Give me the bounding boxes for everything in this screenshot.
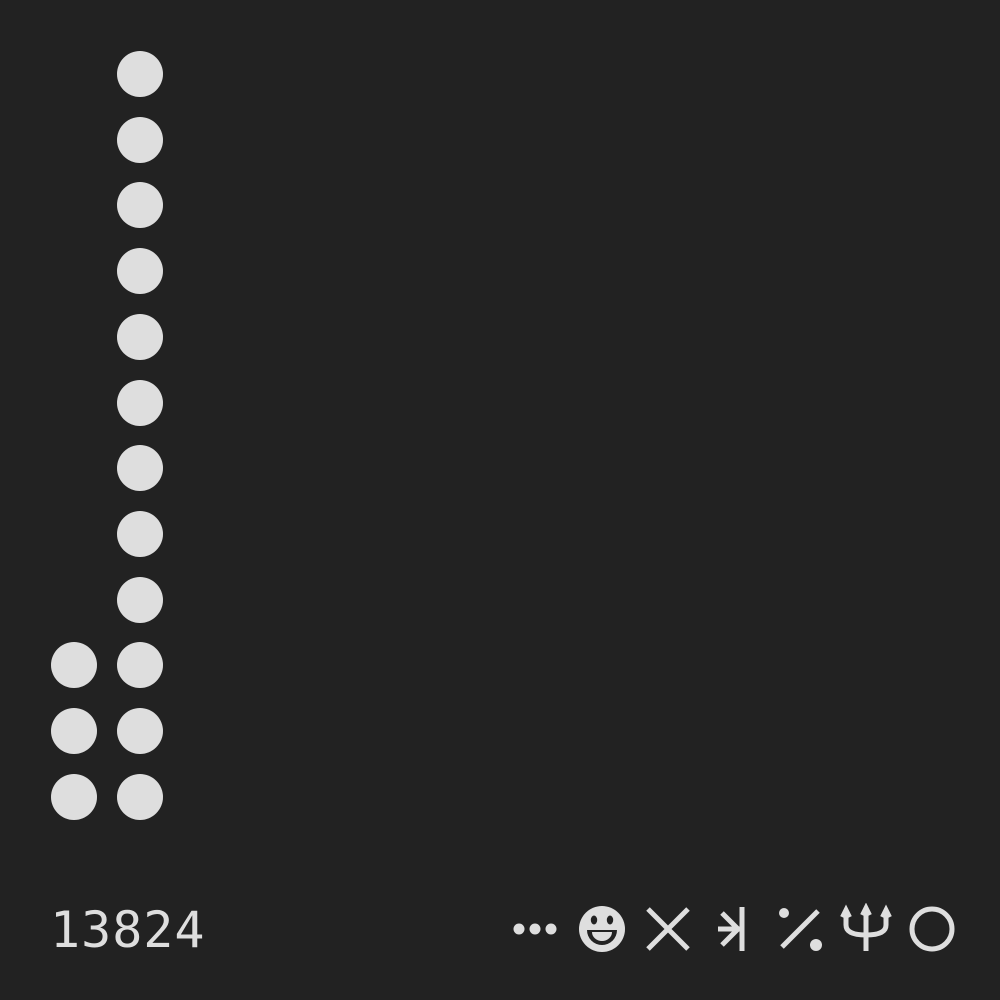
dot xyxy=(51,708,97,754)
glyph-row xyxy=(508,903,958,955)
ellipsis-icon xyxy=(508,903,560,955)
dot xyxy=(117,577,163,623)
dot xyxy=(117,51,163,97)
cross-icon xyxy=(642,903,694,955)
count-number: 13824 xyxy=(50,901,206,959)
dot xyxy=(117,117,163,163)
trident-icon xyxy=(840,903,892,955)
dot xyxy=(117,445,163,491)
dot xyxy=(117,774,163,820)
dot xyxy=(117,248,163,294)
canvas: 13824 xyxy=(0,0,1000,1000)
grinning-face-icon xyxy=(576,903,628,955)
dot xyxy=(117,708,163,754)
dot xyxy=(51,642,97,688)
dot xyxy=(117,511,163,557)
dot xyxy=(117,314,163,360)
circle-icon xyxy=(906,903,958,955)
dot xyxy=(117,642,163,688)
dot xyxy=(117,182,163,228)
percent-icon xyxy=(774,903,826,955)
dot xyxy=(117,380,163,426)
arrow-to-bar-icon xyxy=(708,903,760,955)
dot xyxy=(51,774,97,820)
